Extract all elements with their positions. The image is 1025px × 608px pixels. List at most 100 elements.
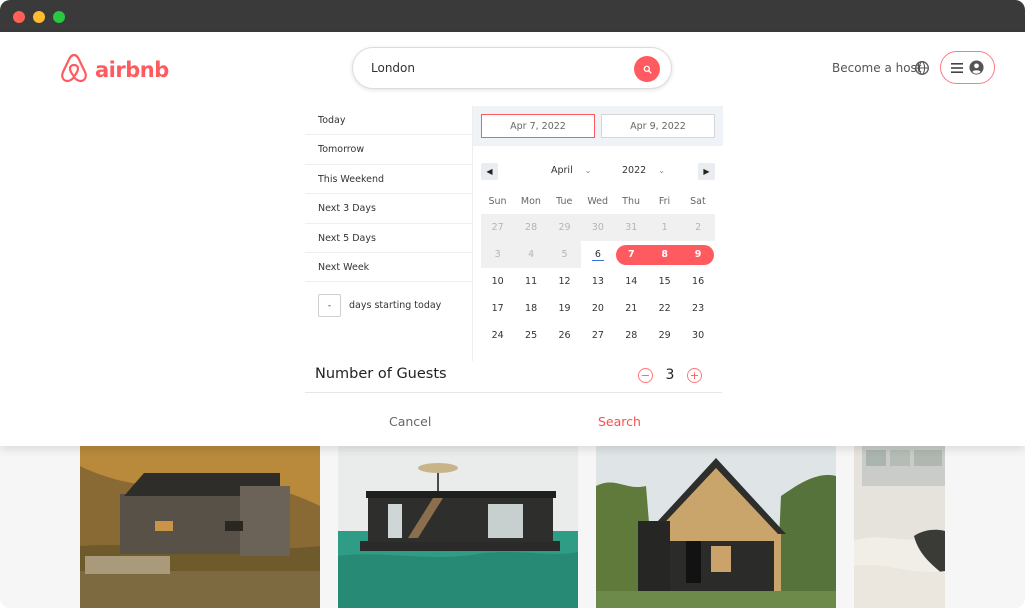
weekday-label: Thu — [622, 196, 641, 207]
search-icon — [643, 65, 652, 74]
date-presets-list: Today Tomorrow This Weekend Next 3 Days … — [305, 106, 472, 317]
search-query[interactable]: London — [371, 61, 415, 75]
calendar-day[interactable]: 22 — [648, 295, 681, 322]
calendar-day[interactable]: 16 — [681, 268, 714, 295]
calendar-day[interactable]: 25 — [514, 322, 547, 349]
calendar-day[interactable]: 27 — [581, 322, 614, 349]
chevron-down-icon: ⌄ — [584, 166, 592, 175]
days-starting-today-label: days starting today — [349, 300, 442, 311]
listings-grid — [0, 446, 1025, 608]
maximize-window-button[interactable] — [53, 11, 65, 23]
calendar-week-row: 27 28 29 30 31 1 2 — [481, 214, 715, 241]
month-select[interactable]: April ⌄ — [551, 165, 591, 176]
calendar-week-row: 3 4 5 6 7 8 9 — [481, 241, 715, 268]
weekday-label: Wed — [587, 196, 609, 207]
start-date-input[interactable]: Apr 7, 2022 — [481, 114, 595, 138]
preset-this-weekend[interactable]: This Weekend — [305, 165, 472, 195]
calendar-day[interactable]: 15 — [648, 268, 681, 295]
listing-photo-bedroom[interactable] — [854, 446, 945, 608]
search-button[interactable] — [634, 56, 660, 82]
guest-count-value: 3 — [665, 367, 675, 383]
preset-today[interactable]: Today — [305, 106, 472, 136]
calendar-day[interactable]: 26 — [548, 322, 581, 349]
calendar-day-selected-end[interactable]: 9 — [681, 241, 714, 268]
calendar-day[interactable]: 29 — [648, 322, 681, 349]
calendar-day-outside: 28 — [514, 214, 548, 241]
calendar-day-past: 5 — [547, 241, 582, 268]
calendar-day[interactable]: 19 — [548, 295, 581, 322]
calendar-day[interactable]: 23 — [681, 295, 714, 322]
globe-icon[interactable] — [914, 60, 930, 80]
calendar-day-outside: 31 — [614, 214, 648, 241]
calendar-day[interactable]: 21 — [615, 295, 648, 322]
cancel-button[interactable]: Cancel — [389, 414, 431, 429]
chevron-down-icon: ⌄ — [658, 166, 665, 175]
previous-month-button[interactable]: ◀ — [481, 163, 498, 180]
preset-next-3-days[interactable]: Next 3 Days — [305, 194, 472, 224]
weekday-label: Tue — [556, 196, 573, 207]
browser-window: airbnb London Become a host Today Tomorr… — [0, 0, 1025, 608]
calendar-day[interactable]: 13 — [581, 268, 614, 295]
calendar-day[interactable]: 18 — [514, 295, 547, 322]
calendar-day[interactable]: 24 — [481, 322, 514, 349]
calendar-day-past: 2 — [681, 214, 715, 241]
calendar-day[interactable]: 28 — [615, 322, 648, 349]
today-date-value: 6 — [591, 249, 604, 261]
search-panel: airbnb London Become a host Today Tomorr… — [0, 32, 1025, 446]
calendar-day-selected[interactable]: 8 — [648, 241, 681, 268]
calendar-day-selected-start[interactable]: 7 — [615, 241, 648, 268]
calendar-week-row: 24 25 26 27 28 29 30 — [481, 322, 715, 349]
user-menu-button[interactable] — [940, 51, 995, 84]
decrease-guests-button[interactable]: − — [638, 367, 653, 383]
calendar-week-row: 10 11 12 13 14 15 16 — [481, 268, 715, 295]
date-range-calendar: Apr 7, 2022 Apr 9, 2022 ◀ April ⌄ 2022 ⌄ ▶… — [472, 106, 723, 361]
minimize-window-button[interactable] — [33, 11, 45, 23]
become-host-link[interactable]: Become a host — [832, 61, 922, 75]
calendar-day-outside: 29 — [547, 214, 582, 241]
calendar-day[interactable]: 17 — [481, 295, 514, 322]
calendar-day[interactable]: 11 — [514, 268, 547, 295]
calendar-day-outside: 27 — [481, 214, 515, 241]
calendar-day[interactable]: 12 — [548, 268, 581, 295]
end-date-input[interactable]: Apr 9, 2022 — [601, 114, 715, 138]
year-select[interactable]: 2022 ⌄ — [622, 165, 665, 176]
listing-photo-aframe-cabin[interactable] — [596, 446, 836, 608]
calendar-day-outside: 30 — [581, 214, 615, 241]
increase-guests-button[interactable]: + — [687, 367, 702, 383]
days-count-input[interactable]: - — [318, 294, 341, 317]
weekday-label: Sat — [690, 196, 706, 207]
location-search-bar[interactable]: London — [352, 47, 672, 89]
listing-photo-houseboat[interactable] — [338, 446, 578, 608]
date-range-inputs: Apr 7, 2022 Apr 9, 2022 — [473, 106, 723, 146]
user-circle-icon — [969, 60, 984, 75]
weekday-label: Fri — [658, 196, 671, 207]
guest-count-row: Number of Guests − 3 + — [305, 362, 722, 393]
days-starting-today-row: - days starting today — [318, 294, 441, 317]
preset-next-5-days[interactable]: Next 5 Days — [305, 224, 472, 253]
year-value: 2022 — [622, 165, 647, 176]
weekday-label: Mon — [520, 196, 541, 207]
listing-photo-coastal-house[interactable] — [80, 446, 320, 608]
calendar-day-grid: 27 28 29 30 31 1 2 3 4 5 6 7 8 9 10 11 1… — [481, 214, 715, 349]
hamburger-icon — [951, 62, 963, 73]
calendar-day[interactable]: 20 — [581, 295, 614, 322]
calendar-day[interactable]: 10 — [481, 268, 514, 295]
calendar-week-row: 17 18 19 20 21 22 23 — [481, 295, 715, 322]
month-value: April — [551, 165, 573, 176]
title-bar — [0, 0, 1025, 32]
calendar-day-past: 1 — [648, 214, 682, 241]
next-month-button[interactable]: ▶ — [698, 163, 715, 180]
calendar-day[interactable]: 30 — [681, 322, 714, 349]
airbnb-logo[interactable]: airbnb — [59, 52, 169, 88]
guests-label: Number of Guests — [315, 366, 447, 382]
submit-search-button[interactable]: Search — [598, 414, 641, 429]
preset-next-week[interactable]: Next Week — [305, 253, 472, 283]
close-window-button[interactable] — [13, 11, 25, 23]
brand-name: airbnb — [95, 58, 169, 82]
calendar-day[interactable]: 14 — [615, 268, 648, 295]
calendar-day-today[interactable]: 6 — [581, 241, 615, 268]
airbnb-belo-icon — [59, 52, 89, 88]
preset-tomorrow[interactable]: Tomorrow — [305, 135, 472, 165]
guest-stepper: − 3 + — [638, 367, 702, 383]
calendar-day-past: 4 — [514, 241, 548, 268]
